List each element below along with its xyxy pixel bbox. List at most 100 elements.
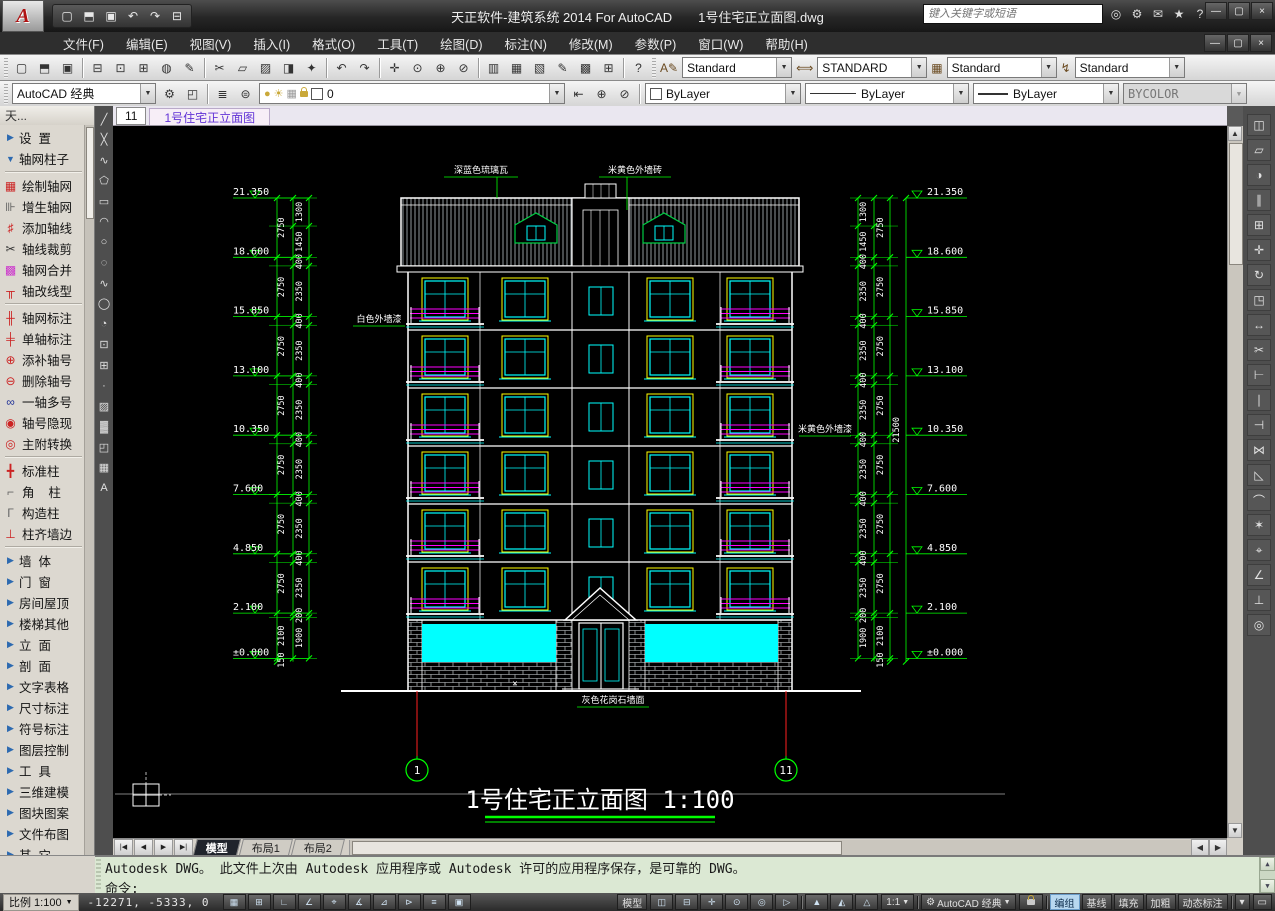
horizontal-scroll-thumb[interactable]: [352, 840, 842, 855]
chevron-down-icon[interactable]: ▼: [785, 84, 800, 103]
palette-group-axis[interactable]: ▼ 轴网柱子: [2, 148, 85, 169]
dim-style-combo[interactable]: STANDARD ▼: [817, 57, 928, 78]
layer-isolate-icon[interactable]: ⊕: [590, 82, 613, 105]
paste-icon[interactable]: ▨: [254, 56, 277, 79]
palette-item-添加轴线[interactable]: ♯ 添加轴线: [2, 217, 85, 238]
palette-item-一轴多号[interactable]: ∞ 一轴多号: [2, 391, 85, 412]
zoom-previous-icon[interactable]: ⊘: [452, 56, 475, 79]
search-icon[interactable]: ◎: [1107, 5, 1125, 23]
palette-item-轴号隐现[interactable]: ◉ 轴号隐现: [2, 412, 85, 433]
snap-icon[interactable]: ▦: [222, 894, 246, 910]
vertical-scroll-thumb[interactable]: [1229, 143, 1243, 265]
break-icon[interactable]: ⊣: [1247, 414, 1271, 436]
doc-tab-index[interactable]: 11: [116, 107, 147, 125]
menu-编辑(E)[interactable]: 编辑(E): [115, 32, 179, 54]
web-icon[interactable]: ◍: [155, 56, 178, 79]
menu-窗口(W)[interactable]: 窗口(W): [687, 32, 754, 54]
chamfer-icon[interactable]: ◺: [1247, 464, 1271, 486]
zoom-realtime-icon[interactable]: ⊙: [406, 56, 429, 79]
horizontal-scrollbar[interactable]: [349, 839, 1191, 855]
ui-lock-button[interactable]: [1018, 894, 1043, 910]
palette-group-房间屋顶[interactable]: ▶ 房间屋顶: [2, 592, 85, 613]
command-grip[interactable]: [96, 859, 101, 891]
quick-view-layouts-icon[interactable]: ◫: [650, 894, 674, 910]
palette-group-符号标注[interactable]: ▶ 符号标注: [2, 718, 85, 739]
maximize-icon[interactable]: ▢: [1228, 2, 1250, 20]
palette-item-增生轴网[interactable]: ⊪ 增生轴网: [2, 196, 85, 217]
save-file-icon[interactable]: ▣: [101, 6, 121, 26]
doc-tab[interactable]: 1号住宅正立面图: [149, 108, 271, 125]
chevron-down-icon[interactable]: ▼: [549, 84, 564, 103]
quick-calc-icon[interactable]: ⊞: [597, 56, 620, 79]
doc-close-icon[interactable]: ×: [1250, 34, 1272, 52]
annotation-visibility-icon[interactable]: ◭: [830, 894, 854, 910]
markup-icon[interactable]: ✎: [178, 56, 201, 79]
bulb-icon[interactable]: ●: [264, 88, 271, 100]
new-file-icon[interactable]: ▢: [57, 6, 77, 26]
palette-item-删除轴号[interactable]: ⊖ 删除轴号: [2, 370, 85, 391]
point-icon[interactable]: ·: [96, 377, 112, 395]
layer-properties-icon[interactable]: ≣: [211, 82, 234, 105]
grid-icon[interactable]: ⊞: [247, 894, 271, 910]
favorites-icon[interactable]: ★: [1170, 5, 1188, 23]
chevron-down-icon[interactable]: ▼: [1103, 84, 1118, 103]
text-style-combo[interactable]: Standard ▼: [682, 57, 793, 78]
color-combo[interactable]: ByLayer ▼: [645, 83, 801, 104]
ellipse-arc-icon[interactable]: ◔: [96, 315, 112, 333]
scale-icon[interactable]: ◳: [1247, 289, 1271, 311]
palette-group-墙体[interactable]: ▶ 墙 体: [2, 550, 85, 571]
array-icon[interactable]: ⊞: [1247, 214, 1271, 236]
line-icon[interactable]: ╱: [96, 110, 112, 128]
workspace-switch-button[interactable]: ⚙ AutoCAD 经典 ▼: [921, 894, 1016, 910]
command-scrollbar[interactable]: ▲ ▼: [1259, 857, 1275, 893]
properties-icon[interactable]: ▥: [482, 56, 505, 79]
plot-icon[interactable]: ⊟: [86, 56, 109, 79]
drawing-canvas[interactable]: 2750 2750 2750 2750 2750 2750 2750 2100 150 1300 1…: [113, 126, 1227, 838]
redo-icon[interactable]: ↷: [353, 56, 376, 79]
palette-item-轴网合并[interactable]: ▩ 轴网合并: [2, 259, 85, 280]
multiline-text-icon[interactable]: A: [96, 479, 112, 497]
status-button-编组[interactable]: 编组: [1049, 894, 1080, 910]
chevron-down-icon[interactable]: ▼: [1040, 58, 1056, 77]
polyline-icon[interactable]: ∿: [96, 151, 112, 169]
palette-item-主附转换[interactable]: ◎ 主附转换: [2, 433, 85, 454]
linetype-combo[interactable]: ByLayer ▼: [805, 83, 969, 104]
app-logo[interactable]: A: [2, 0, 44, 32]
lock-icon[interactable]: [299, 86, 308, 97]
scroll-down-icon[interactable]: ▼: [1228, 823, 1242, 838]
annotation-scale-icon-icon[interactable]: ▲: [805, 894, 829, 910]
clean-screen-button[interactable]: ▭: [1252, 894, 1272, 910]
fillet-icon[interactable]: ⌒: [1247, 489, 1271, 511]
menu-视图(V)[interactable]: 视图(V): [179, 32, 243, 54]
qp-icon[interactable]: ▣: [447, 894, 471, 910]
make-block-icon[interactable]: ⊞: [96, 356, 112, 374]
table-style-combo[interactable]: Standard ▼: [946, 57, 1057, 78]
tab-layout1[interactable]: 布局1: [239, 839, 294, 855]
mirror-icon[interactable]: ◑: [1247, 164, 1271, 186]
lwt-icon[interactable]: ≡: [422, 894, 446, 910]
menu-插入(I)[interactable]: 插入(I): [242, 32, 301, 54]
redo-icon[interactable]: ↷: [145, 6, 165, 26]
palette-group-立面[interactable]: ▶ 立 面: [2, 634, 85, 655]
menu-帮助(H)[interactable]: 帮助(H): [754, 32, 818, 54]
pan-icon[interactable]: ✛: [383, 56, 406, 79]
status-button-填充[interactable]: 填充: [1113, 894, 1144, 910]
palette-item-单轴标注[interactable]: ╪ 单轴标注: [2, 328, 85, 349]
palette-item-构造柱[interactable]: Γ 构造柱: [2, 502, 85, 523]
new-icon[interactable]: ▢: [10, 56, 33, 79]
ortho-icon[interactable]: ∟: [272, 894, 296, 910]
palette-group-工具[interactable]: ▶ 工 具: [2, 760, 85, 781]
menu-绘图(D)[interactable]: 绘图(D): [429, 32, 493, 54]
stretch-icon[interactable]: ↔: [1247, 314, 1271, 336]
palette-group-文字表格[interactable]: ▶ 文字表格: [2, 676, 85, 697]
palette-scroll-thumb[interactable]: [86, 127, 94, 219]
doc-restore-icon[interactable]: ▢: [1227, 34, 1249, 52]
hatch-icon[interactable]: ▨: [96, 397, 112, 415]
toolbar-grip[interactable]: [4, 57, 8, 78]
tarch-scale-button[interactable]: 比例 1:100 ▼: [3, 893, 79, 911]
tarch-palette-header[interactable]: 天...: [0, 106, 94, 126]
menu-文件(F)[interactable]: 文件(F): [52, 32, 115, 54]
workspace-save-icon[interactable]: ◰: [181, 82, 204, 105]
paste-block-icon[interactable]: ◨: [277, 56, 300, 79]
last-tab-icon[interactable]: ▶|: [174, 838, 193, 856]
